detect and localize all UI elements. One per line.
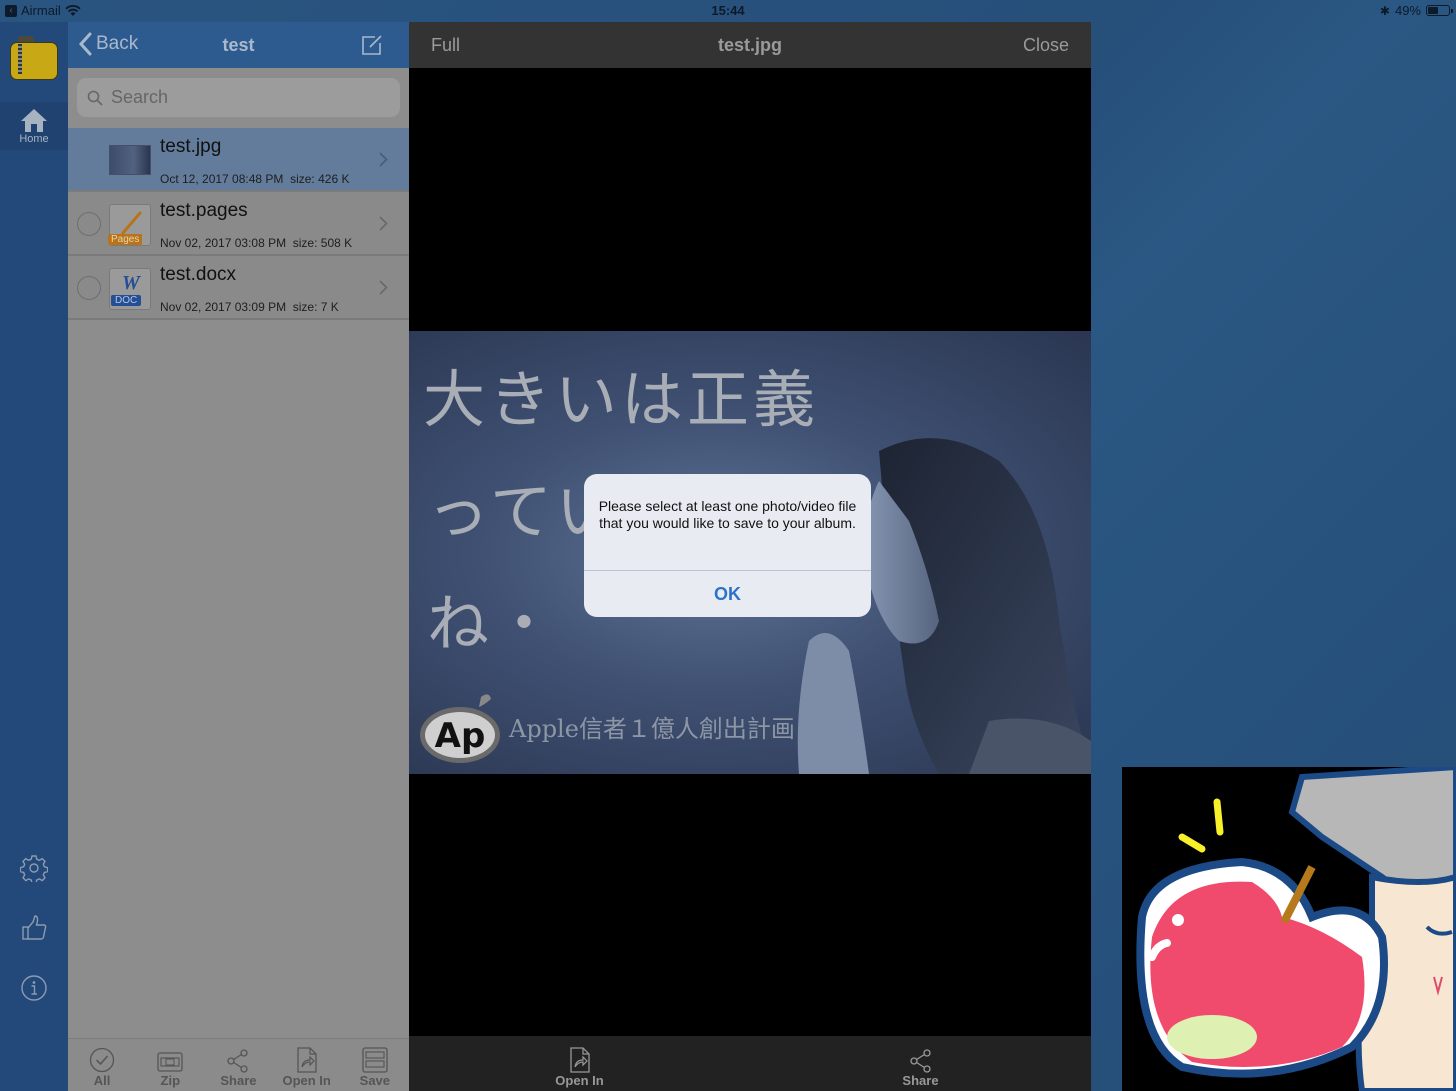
search-placeholder: Search — [111, 87, 169, 107]
share-icon — [227, 1049, 249, 1073]
info-icon — [21, 975, 47, 1001]
file-row-test-docx[interactable]: W DOC test.docx Nov 02, 2017 03:09 PM si… — [68, 256, 409, 320]
doc-badge: DOC — [111, 295, 142, 306]
checkmark-circle-icon — [89, 1047, 115, 1073]
word-glyph: W — [122, 272, 140, 294]
search-input[interactable]: Search — [77, 78, 400, 117]
share-label: Share — [902, 1073, 939, 1088]
file-panel-header: Back test — [68, 22, 409, 68]
compose-icon — [362, 35, 382, 55]
viewer-title: test.jpg — [717, 35, 782, 55]
close-button[interactable]: Close — [1023, 35, 1069, 56]
battery-fill — [1428, 7, 1438, 14]
file-date: Nov 02, 2017 03:08 PM — [160, 236, 287, 250]
search-icon — [87, 90, 103, 106]
file-row-test-jpg[interactable]: test.jpg Oct 12, 2017 08:48 PM size: 426… — [68, 128, 409, 192]
open-in-icon — [569, 1047, 590, 1073]
file-size: size: 426 K — [290, 172, 350, 186]
image-text-line1: 大きいは正義 — [423, 363, 820, 436]
file-name: test.pages — [160, 200, 248, 221]
ap-logo-icon: Ap — [420, 694, 500, 763]
viewer-header: Full test.jpg Close — [409, 22, 1091, 68]
share-icon — [909, 1049, 931, 1073]
select-radio[interactable] — [77, 212, 101, 236]
file-meta: Nov 02, 2017 03:09 PM size: 7 K — [160, 300, 339, 314]
file-actions-toolbar: All Zip Share Open In Save — [68, 1038, 409, 1091]
viewer-share-button[interactable]: Share — [750, 1036, 1091, 1091]
bluetooth-icon: ✱ — [1379, 3, 1390, 18]
open-in-icon — [297, 1047, 317, 1073]
file-size: size: 7 K — [292, 300, 339, 314]
word-file-icon: W DOC — [109, 268, 151, 310]
file-list-panel: Back test Search test.jpg Oct 12, 2017 0… — [68, 22, 409, 1091]
settings-button[interactable] — [17, 851, 51, 885]
folder-title: test — [222, 35, 255, 55]
select-all-button[interactable]: All — [71, 1047, 133, 1088]
apple-drawing-thumbnail — [1122, 767, 1456, 1091]
chevron-right-icon — [379, 216, 388, 231]
zip-label: Zip — [160, 1073, 181, 1088]
file-row-test-pages[interactable]: Pages test.pages Nov 02, 2017 03:08 PM s… — [68, 192, 409, 256]
home-icon — [21, 109, 47, 132]
battery-percent: 49% — [1394, 3, 1421, 18]
info-button[interactable] — [17, 971, 51, 1005]
file-meta: Oct 12, 2017 08:48 PM size: 426 K — [160, 172, 349, 186]
home-label: Home — [19, 133, 49, 145]
thumbs-up-icon — [22, 915, 47, 940]
open-in-label: Open In — [282, 1073, 331, 1088]
viewer-toolbar: Open In Share — [409, 1036, 1091, 1091]
side-rail: Home — [0, 22, 68, 1091]
share-button[interactable]: Share — [207, 1049, 269, 1088]
select-radio[interactable] — [77, 276, 101, 300]
open-in-label: Open In — [555, 1073, 604, 1088]
save-label: Save — [359, 1073, 391, 1088]
image-text-line3: ね・ — [427, 587, 560, 660]
file-meta: Nov 02, 2017 03:08 PM size: 508 K — [160, 236, 352, 250]
open-in-button[interactable]: Open In — [276, 1047, 338, 1088]
rail-home-button[interactable]: Home — [0, 102, 68, 150]
edit-button[interactable] — [361, 35, 383, 60]
rate-button[interactable] — [17, 911, 51, 945]
settings-icon — [20, 855, 48, 882]
viewer-open-in-button[interactable]: Open In — [409, 1036, 750, 1091]
all-label: All — [93, 1073, 111, 1088]
zip-icon — [157, 1052, 183, 1072]
file-name: test.docx — [160, 264, 237, 285]
save-icon — [362, 1047, 388, 1073]
alert-dialog: Please select at least one photo/video f… — [584, 474, 871, 617]
ap-logo-text: Ap — [435, 716, 486, 756]
chevron-right-icon — [379, 280, 388, 295]
pages-badge: Pages — [108, 234, 143, 245]
share-label: Share — [220, 1073, 257, 1088]
app-logo-icon[interactable] — [10, 36, 58, 80]
status-bar: ‹ Airmail 15:44 ✱ 49% — [0, 0, 1456, 22]
image-caption: Apple信者１億人創出計画 — [509, 715, 795, 743]
battery-icon — [1426, 5, 1453, 16]
zip-button[interactable]: Zip — [139, 1051, 201, 1088]
file-size: size: 508 K — [292, 236, 353, 250]
chevron-right-icon — [379, 152, 388, 167]
apple-illustration — [1136, 767, 1456, 1091]
clock: 15:44 — [711, 3, 745, 18]
save-button[interactable]: Save — [344, 1047, 406, 1088]
file-name: test.jpg — [160, 136, 222, 157]
alert-message: Please select at least one photo/video f… — [598, 498, 857, 531]
file-date: Oct 12, 2017 08:48 PM — [160, 172, 284, 186]
file-date: Nov 02, 2017 03:09 PM — [160, 300, 287, 314]
image-thumbnail — [109, 145, 151, 175]
pages-file-icon: Pages — [108, 204, 151, 246]
alert-ok-button[interactable]: OK — [584, 571, 871, 617]
